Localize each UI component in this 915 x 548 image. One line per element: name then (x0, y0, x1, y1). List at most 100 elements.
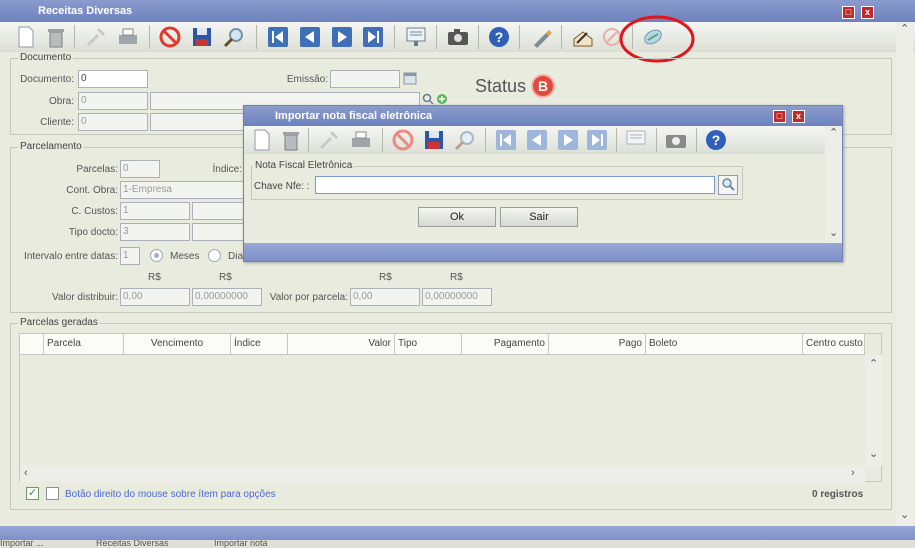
new-document-icon[interactable] (250, 128, 274, 152)
valor-distribuir-index-field[interactable]: 0,00000000 (192, 288, 262, 306)
trash-icon[interactable] (44, 25, 68, 49)
sign-icon[interactable] (571, 25, 595, 49)
pen-icon[interactable] (530, 25, 554, 49)
tipo-docto-desc-field[interactable] (192, 223, 244, 241)
dialog-status-strip (244, 243, 842, 261)
emissao-field[interactable] (330, 70, 400, 88)
print-icon[interactable] (116, 25, 140, 49)
obra-code-field[interactable]: 0 (78, 92, 148, 110)
first-record-icon[interactable] (266, 25, 290, 49)
col-pagamento[interactable]: Pagamento (462, 334, 549, 354)
table-scroll-right[interactable]: › (851, 467, 855, 479)
taskbar-item-1[interactable]: Importar ... (0, 540, 44, 548)
taskbar-item-3[interactable]: Importar nota (214, 540, 268, 548)
table-scroll-left[interactable]: ‹ (24, 467, 28, 479)
col-valor[interactable]: Valor (288, 334, 395, 354)
tipo-docto-label: Tipo docto: (68, 227, 118, 238)
valor-distribuir-field[interactable]: 0,00 (120, 288, 190, 306)
camera-icon[interactable] (446, 25, 470, 49)
trash-icon[interactable] (279, 128, 303, 152)
footer-hint: Botão direito do mouse sobre ítem para o… (65, 489, 276, 500)
obra-add-icon[interactable] (436, 93, 448, 105)
select-all-checkbox[interactable]: ✓ (26, 487, 39, 500)
print-icon[interactable] (349, 128, 373, 152)
chave-search-button[interactable] (718, 175, 738, 195)
status-badge: B (531, 74, 555, 98)
help-icon[interactable]: ? (704, 128, 728, 152)
search-icon[interactable] (222, 25, 246, 49)
table-scroll-up[interactable]: ⌃ (869, 357, 878, 370)
cliente-code-field[interactable]: 0 (78, 113, 148, 131)
intervalo-label: Intervalo entre datas: (24, 251, 118, 262)
report-icon[interactable] (404, 25, 428, 49)
last-record-icon[interactable] (585, 128, 609, 152)
col-indice[interactable]: Índice (231, 334, 288, 354)
radio-dias-label: Dia (228, 251, 244, 262)
radio-dias[interactable] (208, 249, 221, 262)
taskbar-item-2[interactable]: Receitas Diversas (96, 540, 169, 548)
dialog-scroll-up[interactable]: ⌃ (829, 126, 838, 139)
bottom-status-strip (0, 526, 915, 540)
col-vencimento[interactable]: Vencimento (124, 334, 231, 354)
table-scroll-down[interactable]: ⌄ (869, 447, 878, 460)
prev-record-icon[interactable] (525, 128, 549, 152)
parcelas-geradas-legend: Parcelas geradas (18, 317, 100, 328)
dialog-title: Importar nota fiscal eletrônica (275, 110, 433, 122)
new-document-icon[interactable] (14, 25, 38, 49)
table-header: Parcela Vencimento Índice Valor Tipo Pag… (20, 334, 865, 355)
valor-parcela-field[interactable]: 0,00 (350, 288, 420, 306)
table-vscroll[interactable]: ⌃ ⌄ (865, 355, 882, 466)
chave-nfe-input[interactable] (315, 176, 715, 194)
cancel-icon[interactable] (391, 128, 415, 152)
main-scrollbar[interactable]: ⌃ ⌄ (896, 22, 913, 526)
close-button[interactable]: x (861, 6, 874, 19)
next-record-icon[interactable] (330, 25, 354, 49)
parcelas-field[interactable]: 0 (120, 160, 160, 178)
col-centro-custo[interactable]: Centro custo (803, 334, 865, 354)
prev-record-icon[interactable] (298, 25, 322, 49)
intervalo-field[interactable]: 1 (120, 247, 140, 265)
col-tipo[interactable]: Tipo (395, 334, 462, 354)
save-icon[interactable] (190, 25, 214, 49)
col-pago[interactable]: Pago (549, 334, 646, 354)
last-record-icon[interactable] (361, 25, 385, 49)
radio-meses-label: Meses (170, 251, 200, 262)
valor-parcela-index-field[interactable]: 0,00000000 (422, 288, 492, 306)
col-boleto[interactable]: Boleto (646, 334, 803, 354)
svg-text:?: ? (712, 132, 721, 148)
c-custos-desc-field[interactable] (192, 202, 244, 220)
radio-meses[interactable] (150, 249, 163, 262)
sair-button[interactable]: Sair (500, 207, 578, 227)
obra-search-icon[interactable] (422, 93, 434, 105)
tipo-docto-field[interactable]: 3 (120, 223, 190, 241)
record-count: 0 registros (812, 489, 864, 500)
chave-nfe-label: Chave Nfe: : (254, 181, 310, 192)
report-icon[interactable] (624, 128, 648, 152)
row-checkbox[interactable] (46, 487, 59, 500)
tools-icon[interactable] (84, 25, 108, 49)
cancel-icon[interactable] (158, 25, 182, 49)
documento-field[interactable]: 0 (78, 70, 148, 88)
col-parcela[interactable]: Parcela (44, 334, 124, 354)
help-icon[interactable]: ? (487, 25, 511, 49)
search-icon[interactable] (453, 128, 477, 152)
table-hscroll[interactable]: ‹ › (20, 466, 865, 482)
c-custos-field[interactable]: 1 (120, 202, 190, 220)
scroll-up-arrow[interactable]: ⌃ (900, 22, 909, 35)
dialog-close-button[interactable]: x (792, 110, 805, 123)
save-icon[interactable] (422, 128, 446, 152)
ok-button[interactable]: Ok (418, 207, 496, 227)
status-label: Status (475, 76, 527, 96)
dialog-scrollbar[interactable]: ⌃ ⌄ (825, 126, 842, 243)
cont-obra-field[interactable]: 1-Empresa (120, 181, 244, 199)
parcelas-label: Parcelas: (76, 164, 118, 175)
first-record-icon[interactable] (494, 128, 518, 152)
dialog-restore-button[interactable]: □ (773, 110, 786, 123)
restore-button[interactable]: □ (842, 6, 855, 19)
camera-icon[interactable] (664, 128, 688, 152)
dialog-scroll-down[interactable]: ⌄ (829, 226, 838, 239)
tools-icon[interactable] (317, 128, 341, 152)
next-record-icon[interactable] (556, 128, 580, 152)
scroll-down-arrow[interactable]: ⌄ (900, 508, 909, 521)
calendar-icon[interactable] (403, 71, 417, 85)
